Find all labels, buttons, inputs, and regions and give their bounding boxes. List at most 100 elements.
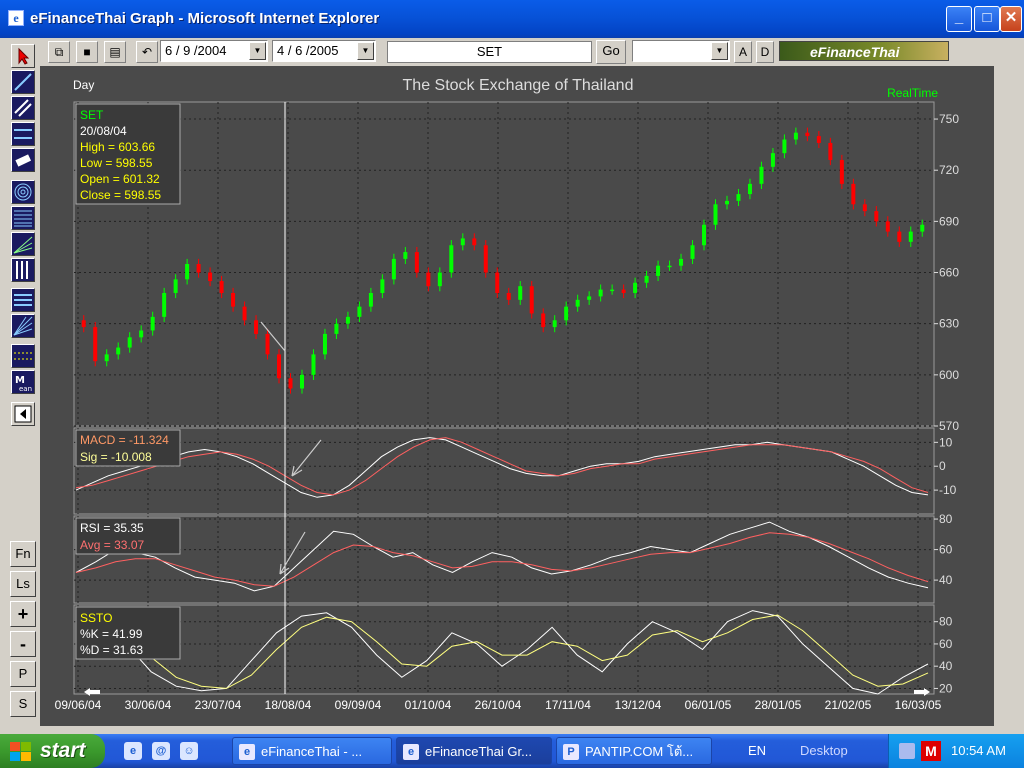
scroll-right-arrow-icon [914, 688, 930, 696]
y-tick-label: 630 [939, 317, 959, 331]
candle-up [380, 279, 385, 293]
start-button[interactable]: start [0, 734, 105, 768]
task-label: eFinanceThai Gr... [425, 744, 532, 759]
x-tick-label: 21/02/05 [825, 698, 872, 712]
candle-down [506, 292, 511, 300]
parallel-lines-icon[interactable] [11, 96, 35, 120]
s-button[interactable]: S [10, 691, 36, 717]
stock-chart[interactable]: Day The Stock Exchange of Thailand RealT… [40, 66, 994, 726]
candle-up [759, 166, 764, 184]
save-icon[interactable]: ■ [76, 41, 98, 63]
outlook-quicklaunch-icon[interactable]: @ [152, 742, 170, 760]
language-indicator[interactable]: EN [748, 734, 766, 768]
drawing-toolbar: Mean Fn Ls + - P S [8, 38, 38, 728]
gann-fan-icon[interactable] [11, 314, 35, 338]
chart-title: The Stock Exchange of Thailand [403, 77, 634, 94]
candle-up [403, 252, 408, 259]
symbol-input[interactable]: SET [387, 41, 592, 63]
to-date-field[interactable]: 4 / 6 /2005 ▼ [272, 40, 376, 62]
candle-down [242, 306, 247, 321]
ls-button[interactable]: Ls [10, 571, 36, 597]
zoom-out-button[interactable]: - [10, 631, 36, 657]
candle-down [81, 320, 86, 328]
fan-lines-icon[interactable] [11, 232, 35, 256]
x-tick-label: 06/01/05 [685, 698, 732, 712]
fibonacci-circle-icon[interactable] [11, 180, 35, 204]
task-efinancethai-1[interactable]: e eFinanceThai - ... [232, 737, 392, 765]
candle-down [196, 264, 201, 273]
chart-canvas[interactable]: Day The Stock Exchange of Thailand RealT… [40, 66, 994, 726]
panel-frame [73, 515, 935, 604]
copy-icon[interactable]: ⧉ [48, 41, 70, 63]
arrow-macd [291, 439, 322, 477]
trendline-icon[interactable] [11, 70, 35, 94]
y-tick-label: 20 [939, 681, 953, 695]
candle-down [621, 289, 626, 293]
candle-up [518, 286, 523, 300]
grid-icon[interactable] [11, 344, 35, 368]
network-icon[interactable] [899, 743, 915, 759]
arrow-rsi [279, 531, 306, 575]
period-label: Day [73, 78, 94, 92]
candle-down [472, 238, 477, 246]
moving-average-icon[interactable]: Mean [11, 370, 35, 394]
desktop-toolbar[interactable]: Desktop [800, 734, 848, 768]
close-button[interactable]: ✕ [1000, 6, 1022, 32]
indicator-select[interactable]: ▼ [632, 40, 730, 62]
candle-up [667, 265, 672, 268]
panel-toggle-icon[interactable] [11, 402, 35, 426]
system-tray: M 10:54 AM [888, 734, 1024, 768]
ie-icon: e [239, 744, 255, 760]
vertical-lines-icon[interactable] [11, 258, 35, 282]
zoom-in-button[interactable]: + [10, 601, 36, 627]
task-pantip[interactable]: P PANTIP.COM โต้... [556, 737, 712, 765]
task-efinancethai-graph[interactable]: e eFinanceThai Gr... [396, 737, 552, 765]
pointer-icon[interactable] [11, 44, 35, 68]
efinancethai-logo: eFinanceThai [779, 41, 949, 61]
info-date: 20/08/04 [80, 124, 127, 138]
chevron-down-icon[interactable]: ▼ [711, 42, 728, 60]
a-button[interactable]: A [734, 41, 752, 63]
chevron-down-icon[interactable]: ▼ [249, 42, 266, 60]
candle-up [782, 139, 787, 154]
fibonacci-lines-icon[interactable] [11, 206, 35, 230]
candle-up [437, 272, 442, 287]
x-tick-label: 26/10/04 [475, 698, 522, 712]
candle-up [564, 306, 569, 321]
open-value: Open = 601.32 [80, 172, 160, 186]
ssto-name: SSTO [80, 611, 112, 625]
channel-icon[interactable] [11, 288, 35, 312]
fn-button[interactable]: Fn [10, 541, 36, 567]
eraser-icon[interactable] [11, 148, 35, 172]
ie-quicklaunch-icon[interactable]: e [124, 742, 142, 760]
candle-up [770, 153, 775, 167]
d-button[interactable]: D [756, 41, 774, 63]
candle-up [150, 316, 155, 331]
p-button[interactable]: P [10, 661, 36, 687]
y-tick-label: 720 [939, 163, 959, 177]
candle-down [93, 327, 98, 362]
realtime-label: RealTime [887, 86, 938, 100]
candle-down [862, 204, 867, 212]
svg-text:ean: ean [19, 385, 32, 393]
from-date-field[interactable]: 6 / 9 /2004 ▼ [160, 40, 268, 62]
ie-icon: e [8, 10, 24, 26]
maximize-button[interactable]: □ [974, 6, 1000, 32]
candle-up [104, 354, 109, 362]
undo-icon[interactable]: ↶ [136, 41, 158, 63]
candle-down [885, 221, 890, 232]
chevron-down-icon[interactable]: ▼ [357, 42, 374, 60]
candle-down [805, 132, 810, 137]
horizontal-line-icon[interactable] [11, 122, 35, 146]
candle-down [277, 354, 282, 379]
messenger-quicklaunch-icon[interactable]: ☺ [180, 742, 198, 760]
go-button[interactable]: Go [596, 40, 626, 64]
candle-down [828, 142, 833, 160]
m-tray-icon[interactable]: M [921, 741, 941, 761]
y-tick-label: 690 [939, 214, 959, 228]
candle-up [575, 299, 580, 307]
print-icon[interactable]: ▤ [104, 41, 126, 63]
candle-down [897, 231, 902, 242]
minimize-button[interactable]: _ [946, 6, 972, 32]
pantip-icon: P [563, 744, 579, 760]
